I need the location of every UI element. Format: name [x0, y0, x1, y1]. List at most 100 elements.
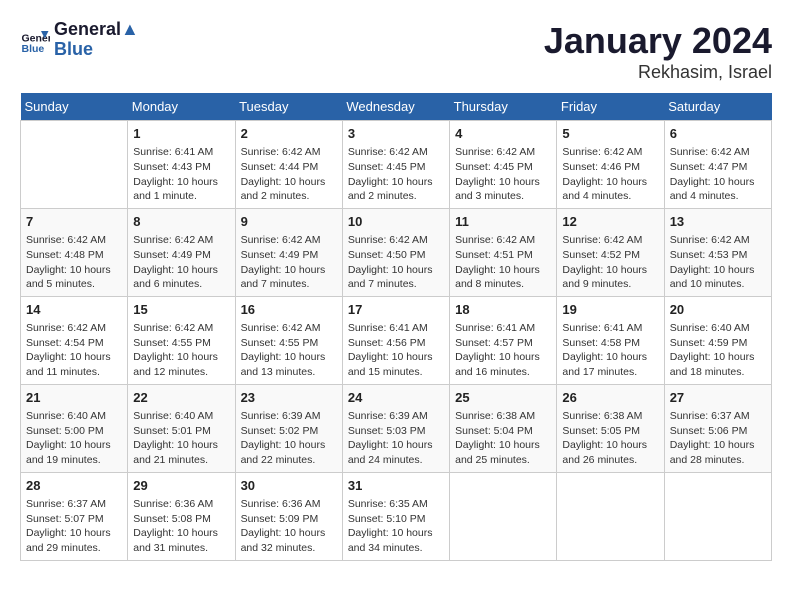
day-info: Sunrise: 6:41 AM Sunset: 4:57 PM Dayligh…	[455, 321, 551, 380]
day-number: 1	[133, 125, 229, 143]
day-number: 18	[455, 301, 551, 319]
logo-text-line1: General▲	[54, 20, 139, 40]
weekday-header: Saturday	[664, 93, 771, 121]
day-number: 10	[348, 213, 444, 231]
calendar-table: SundayMondayTuesdayWednesdayThursdayFrid…	[20, 93, 772, 561]
day-info: Sunrise: 6:37 AM Sunset: 5:07 PM Dayligh…	[26, 497, 122, 556]
day-info: Sunrise: 6:41 AM Sunset: 4:58 PM Dayligh…	[562, 321, 658, 380]
day-number: 13	[670, 213, 766, 231]
day-number: 15	[133, 301, 229, 319]
day-number: 6	[670, 125, 766, 143]
calendar-day-cell: 4 Sunrise: 6:42 AM Sunset: 4:45 PM Daylig…	[450, 121, 557, 209]
day-info: Sunrise: 6:42 AM Sunset: 4:45 PM Dayligh…	[348, 145, 444, 204]
day-info: Sunrise: 6:40 AM Sunset: 5:00 PM Dayligh…	[26, 409, 122, 468]
calendar-day-cell: 6 Sunrise: 6:42 AM Sunset: 4:47 PM Daylig…	[664, 121, 771, 209]
calendar-day-cell: 24 Sunrise: 6:39 AM Sunset: 5:03 PM Dayli…	[342, 384, 449, 472]
calendar-week-row: 7Sunrise: 6:42 AM Sunset: 4:48 PM Daylig…	[21, 208, 772, 296]
calendar-day-cell: 27 Sunrise: 6:37 AM Sunset: 5:06 PM Dayli…	[664, 384, 771, 472]
calendar-day-cell: 17 Sunrise: 6:41 AM Sunset: 4:56 PM Dayli…	[342, 296, 449, 384]
calendar-day-cell: 28 Sunrise: 6:37 AM Sunset: 5:07 PM Dayli…	[21, 472, 128, 560]
day-number: 11	[455, 213, 551, 231]
weekday-header-row: SundayMondayTuesdayWednesdayThursdayFrid…	[21, 93, 772, 121]
calendar-day-cell: 13 Sunrise: 6:42 AM Sunset: 4:53 PM Dayli…	[664, 208, 771, 296]
day-number: 31	[348, 477, 444, 495]
day-info: Sunrise: 6:39 AM Sunset: 5:03 PM Dayligh…	[348, 409, 444, 468]
logo-text-line2: Blue	[54, 40, 139, 60]
day-number: 28	[26, 477, 122, 495]
day-number: 26	[562, 389, 658, 407]
day-info: Sunrise: 6:42 AM Sunset: 4:49 PM Dayligh…	[241, 233, 337, 292]
logo-icon: General Blue	[20, 25, 50, 55]
calendar-day-cell: 7Sunrise: 6:42 AM Sunset: 4:48 PM Daylig…	[21, 208, 128, 296]
calendar-day-cell: 31 Sunrise: 6:35 AM Sunset: 5:10 PM Dayli…	[342, 472, 449, 560]
calendar-week-row: 14 Sunrise: 6:42 AM Sunset: 4:54 PM Dayli…	[21, 296, 772, 384]
calendar-day-cell: 30 Sunrise: 6:36 AM Sunset: 5:09 PM Dayli…	[235, 472, 342, 560]
day-info: Sunrise: 6:42 AM Sunset: 4:46 PM Dayligh…	[562, 145, 658, 204]
calendar-day-cell: 21 Sunrise: 6:40 AM Sunset: 5:00 PM Dayli…	[21, 384, 128, 472]
calendar-week-row: 1 Sunrise: 6:41 AM Sunset: 4:43 PM Daylig…	[21, 121, 772, 209]
day-number: 25	[455, 389, 551, 407]
day-number: 9	[241, 213, 337, 231]
day-info: Sunrise: 6:36 AM Sunset: 5:08 PM Dayligh…	[133, 497, 229, 556]
day-info: Sunrise: 6:42 AM Sunset: 4:44 PM Dayligh…	[241, 145, 337, 204]
month-year: January 2024	[544, 20, 772, 62]
day-number: 30	[241, 477, 337, 495]
day-number: 27	[670, 389, 766, 407]
calendar-day-cell: 22Sunrise: 6:40 AM Sunset: 5:01 PM Dayli…	[128, 384, 235, 472]
day-info: Sunrise: 6:42 AM Sunset: 4:50 PM Dayligh…	[348, 233, 444, 292]
day-info: Sunrise: 6:41 AM Sunset: 4:56 PM Dayligh…	[348, 321, 444, 380]
location: Rekhasim, Israel	[544, 62, 772, 83]
weekday-header: Wednesday	[342, 93, 449, 121]
day-number: 22	[133, 389, 229, 407]
day-number: 29	[133, 477, 229, 495]
day-info: Sunrise: 6:35 AM Sunset: 5:10 PM Dayligh…	[348, 497, 444, 556]
day-number: 14	[26, 301, 122, 319]
day-info: Sunrise: 6:40 AM Sunset: 4:59 PM Dayligh…	[670, 321, 766, 380]
day-number: 17	[348, 301, 444, 319]
calendar-day-cell: 5Sunrise: 6:42 AM Sunset: 4:46 PM Daylig…	[557, 121, 664, 209]
calendar-day-cell: 3 Sunrise: 6:42 AM Sunset: 4:45 PM Daylig…	[342, 121, 449, 209]
weekday-header: Tuesday	[235, 93, 342, 121]
day-number: 4	[455, 125, 551, 143]
day-number: 21	[26, 389, 122, 407]
day-info: Sunrise: 6:37 AM Sunset: 5:06 PM Dayligh…	[670, 409, 766, 468]
calendar-day-cell	[664, 472, 771, 560]
calendar-day-cell: 16Sunrise: 6:42 AM Sunset: 4:55 PM Dayli…	[235, 296, 342, 384]
day-info: Sunrise: 6:42 AM Sunset: 4:47 PM Dayligh…	[670, 145, 766, 204]
day-info: Sunrise: 6:36 AM Sunset: 5:09 PM Dayligh…	[241, 497, 337, 556]
calendar-day-cell: 1 Sunrise: 6:41 AM Sunset: 4:43 PM Daylig…	[128, 121, 235, 209]
month-title: January 2024 Rekhasim, Israel	[544, 20, 772, 83]
day-info: Sunrise: 6:41 AM Sunset: 4:43 PM Dayligh…	[133, 145, 229, 204]
day-number: 12	[562, 213, 658, 231]
calendar-day-cell: 18 Sunrise: 6:41 AM Sunset: 4:57 PM Dayli…	[450, 296, 557, 384]
svg-text:Blue: Blue	[22, 43, 45, 55]
day-number: 7	[26, 213, 122, 231]
calendar-day-cell	[450, 472, 557, 560]
calendar-day-cell	[21, 121, 128, 209]
day-number: 19	[562, 301, 658, 319]
logo: General Blue General▲ Blue	[20, 20, 139, 60]
weekday-header: Sunday	[21, 93, 128, 121]
day-number: 20	[670, 301, 766, 319]
day-number: 16	[241, 301, 337, 319]
calendar-day-cell: 9 Sunrise: 6:42 AM Sunset: 4:49 PM Daylig…	[235, 208, 342, 296]
calendar-day-cell: 11 Sunrise: 6:42 AM Sunset: 4:51 PM Dayli…	[450, 208, 557, 296]
calendar-day-cell	[557, 472, 664, 560]
calendar-day-cell: 2 Sunrise: 6:42 AM Sunset: 4:44 PM Daylig…	[235, 121, 342, 209]
calendar-week-row: 21 Sunrise: 6:40 AM Sunset: 5:00 PM Dayli…	[21, 384, 772, 472]
day-info: Sunrise: 6:42 AM Sunset: 4:54 PM Dayligh…	[26, 321, 122, 380]
day-info: Sunrise: 6:42 AM Sunset: 4:45 PM Dayligh…	[455, 145, 551, 204]
day-info: Sunrise: 6:42 AM Sunset: 4:52 PM Dayligh…	[562, 233, 658, 292]
calendar-day-cell: 15Sunrise: 6:42 AM Sunset: 4:55 PM Dayli…	[128, 296, 235, 384]
calendar-day-cell: 8Sunrise: 6:42 AM Sunset: 4:49 PM Daylig…	[128, 208, 235, 296]
day-info: Sunrise: 6:42 AM Sunset: 4:51 PM Dayligh…	[455, 233, 551, 292]
day-info: Sunrise: 6:42 AM Sunset: 4:49 PM Dayligh…	[133, 233, 229, 292]
calendar-week-row: 28 Sunrise: 6:37 AM Sunset: 5:07 PM Dayli…	[21, 472, 772, 560]
day-info: Sunrise: 6:42 AM Sunset: 4:53 PM Dayligh…	[670, 233, 766, 292]
day-info: Sunrise: 6:38 AM Sunset: 5:05 PM Dayligh…	[562, 409, 658, 468]
day-number: 24	[348, 389, 444, 407]
page-header: General Blue General▲ Blue January 2024 …	[20, 20, 772, 83]
day-number: 2	[241, 125, 337, 143]
weekday-header: Monday	[128, 93, 235, 121]
day-number: 3	[348, 125, 444, 143]
